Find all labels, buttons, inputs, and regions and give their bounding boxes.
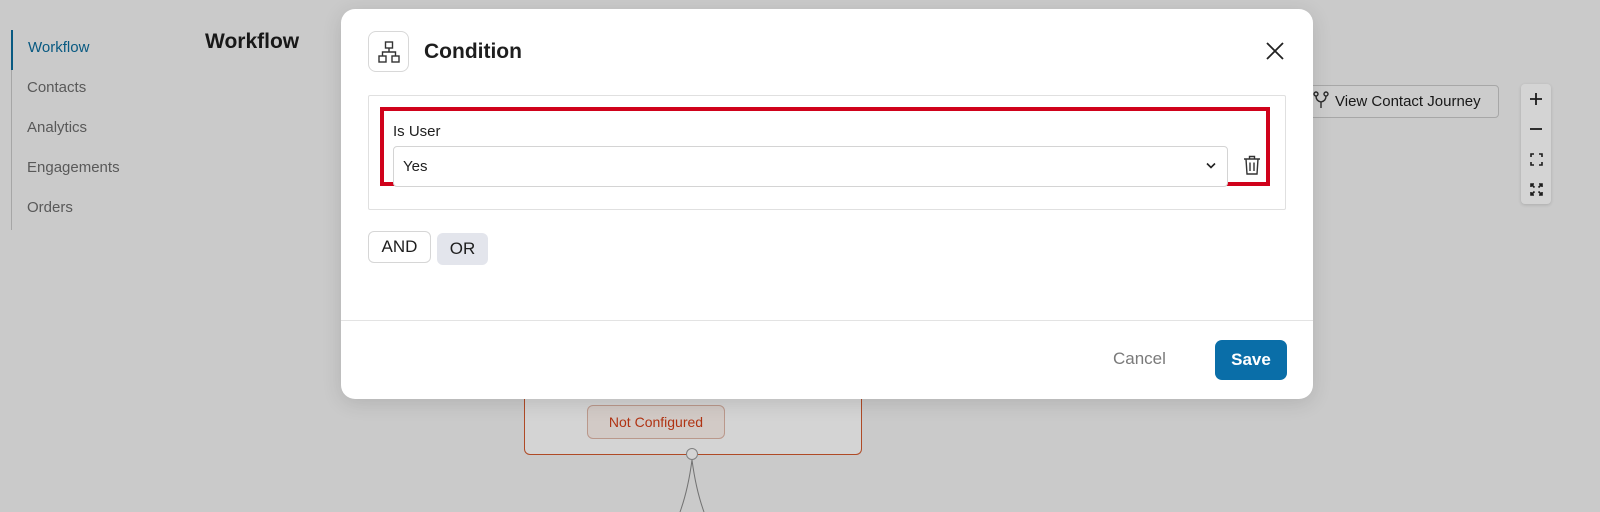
condition-modal: Condition Is User Yes AND OR Cancel Save [341, 9, 1313, 399]
modal-header: Condition [368, 31, 1293, 73]
trash-icon [1244, 155, 1260, 175]
modal-title: Condition [424, 40, 522, 63]
org-chart-icon [368, 31, 409, 72]
footer-divider [341, 320, 1313, 321]
condition-group: Is User Yes [368, 95, 1286, 210]
delete-condition-button[interactable] [1241, 154, 1263, 176]
save-button[interactable]: Save [1215, 340, 1287, 380]
close-button[interactable] [1263, 39, 1287, 63]
cancel-button[interactable]: Cancel [1113, 349, 1166, 369]
condition-label: Is User [393, 123, 441, 140]
selected-value: Yes [403, 158, 428, 175]
close-icon [1266, 42, 1284, 60]
chevron-down-icon [1206, 162, 1216, 169]
or-button[interactable]: OR [437, 233, 488, 265]
and-button[interactable]: AND [368, 231, 431, 263]
condition-value-select[interactable]: Yes [393, 146, 1228, 187]
